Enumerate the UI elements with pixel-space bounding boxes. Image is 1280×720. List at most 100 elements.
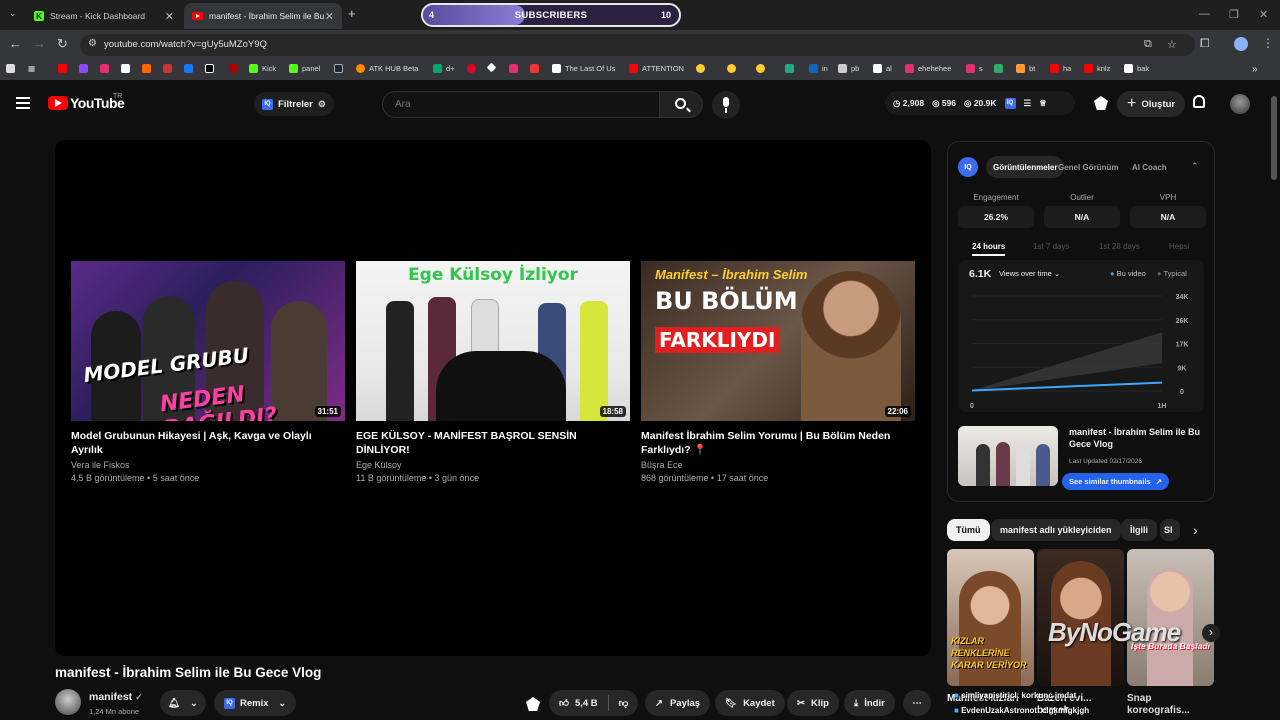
- see-similar-thumbnails-button[interactable]: See similar thumbnails ↗: [1062, 473, 1169, 490]
- iq-icon[interactable]: IQ: [1004, 97, 1016, 109]
- bookmarks-apps-icon[interactable]: [6, 64, 19, 73]
- thumbs-down-icon[interactable]: 👎︎: [619, 697, 629, 709]
- new-tab-icon[interactable]: +: [348, 6, 356, 21]
- endcard-thumbnail[interactable]: Manifest – İbrahim Selim BU BÖLÜM FARKLI…: [641, 261, 915, 421]
- bookmark-dplus[interactable]: d+: [433, 64, 455, 73]
- tab-kick-dashboard[interactable]: K Stream - Kick Dashboard ✕: [26, 3, 182, 29]
- reload-icon[interactable]: ↻: [57, 36, 68, 52]
- bookmark-ha[interactable]: ha: [1050, 64, 1071, 73]
- close-icon[interactable]: ✕: [165, 10, 174, 23]
- bookmark-panel[interactable]: panel: [289, 64, 320, 73]
- more-actions-button[interactable]: ⋯: [903, 690, 931, 716]
- range-28-days[interactable]: 1st 28 days: [1099, 242, 1140, 251]
- bookmark-bak[interactable]: bak: [1124, 64, 1149, 73]
- channel-avatar[interactable]: [55, 689, 81, 715]
- url-text[interactable]: youtube.com/watch?v=gUy5uMZoY9Q: [104, 39, 267, 50]
- bookmark-instagram-icon[interactable]: [100, 64, 113, 73]
- endcard-video-1[interactable]: MODEL GRUBU NEDEN DAĞILDI? 31:51 Model G…: [71, 261, 345, 485]
- bookmark-emoji3-icon[interactable]: [756, 64, 769, 73]
- bookmark-orange-icon[interactable]: [142, 64, 155, 73]
- list-icon[interactable]: ☰: [1024, 98, 1032, 109]
- minimize-icon[interactable]: —: [1199, 8, 1210, 20]
- download-button[interactable]: ⤓ İndir: [844, 690, 895, 716]
- back-icon[interactable]: ←: [9, 36, 22, 51]
- endcard-video-2[interactable]: Ege Külsoy İzliyor 18:58 EGE KÜLSOY - MA…: [356, 261, 630, 485]
- save-button[interactable]: 🔖︎ Kaydet: [715, 690, 785, 716]
- tab-search-icon[interactable]: ⌄: [9, 8, 17, 19]
- voice-search-icon[interactable]: [712, 91, 740, 119]
- bookmark-bt[interactable]: bt: [1016, 64, 1035, 73]
- clip-button[interactable]: ✂ Klip: [787, 690, 839, 716]
- range-all[interactable]: Hepsi: [1169, 242, 1189, 251]
- extensions-icon[interactable]: ⧠: [1200, 36, 1210, 51]
- forward-icon[interactable]: →: [33, 36, 46, 51]
- chip-more[interactable]: Sl: [1160, 519, 1180, 541]
- chip-from-uploader[interactable]: manifest adlı yükleyiciden: [991, 519, 1121, 541]
- extension-icon[interactable]: [1094, 96, 1108, 110]
- endcard-title[interactable]: Model Grubunun Hikayesi | Aşk, Kavga ve …: [71, 429, 345, 457]
- channel-name[interactable]: manifest ✓: [89, 691, 143, 703]
- bookmark-youtube-icon[interactable]: [58, 64, 71, 73]
- bookmark-emoji2-icon[interactable]: [727, 64, 740, 73]
- bookmark-facebook-icon[interactable]: [184, 64, 197, 73]
- bookmark-kick[interactable]: Kick: [249, 64, 276, 73]
- chevron-right-icon[interactable]: ›: [1193, 522, 1198, 538]
- shorts-next-icon[interactable]: ›: [1202, 624, 1220, 642]
- bookmark-green-icon[interactable]: [785, 64, 798, 73]
- maximize-icon[interactable]: ❐: [1229, 8, 1239, 21]
- notifications-bell-icon[interactable]: [1193, 95, 1205, 108]
- bookmark-s[interactable]: s: [966, 64, 983, 73]
- endcard-channel[interactable]: Büşra Ece: [641, 459, 915, 472]
- omnibox[interactable]: ⚙ youtube.com/watch?v=gUy5uMZoY9Q ⧉ ☆: [80, 34, 1195, 56]
- like-button[interactable]: 👍︎ 5,4 B 👎︎: [549, 690, 639, 716]
- video-player[interactable]: MODEL GRUBU NEDEN DAĞILDI? 31:51 Model G…: [55, 140, 931, 656]
- search-button[interactable]: [660, 91, 703, 118]
- bookmarks-grid-icon[interactable]: ▦: [28, 64, 35, 73]
- bookmark-steam-icon[interactable]: [334, 64, 347, 73]
- profile-icon[interactable]: [1234, 37, 1248, 51]
- more-menu-icon[interactable]: ⋮: [1262, 36, 1274, 50]
- bookmark-star-icon[interactable]: ☆: [1167, 38, 1177, 51]
- window-close-icon[interactable]: ✕: [1259, 8, 1268, 21]
- hamburger-menu-icon[interactable]: [16, 97, 30, 109]
- bookmark-twitch-icon[interactable]: [79, 64, 92, 73]
- page-scrollbar[interactable]: [1270, 90, 1278, 720]
- bookmark-green2-icon[interactable]: [994, 64, 1007, 73]
- bookmark-linkedin[interactable]: in: [809, 64, 828, 73]
- tab-overview[interactable]: Genel Görünüm: [1051, 156, 1125, 178]
- notifications-button[interactable]: 🔔︎ ⌄: [160, 690, 206, 716]
- similar-thumbnail[interactable]: [958, 426, 1058, 486]
- bookmark-emoji1-icon[interactable]: [696, 64, 709, 73]
- site-info-icon[interactable]: ⚙: [88, 38, 97, 49]
- bookmarks-overflow-icon[interactable]: »: [1252, 64, 1258, 75]
- bookmark-red2-icon[interactable]: [229, 64, 242, 73]
- chip-related[interactable]: İlgili: [1121, 519, 1157, 541]
- bookmark-last-of-us[interactable]: The Last Of Us: [552, 64, 615, 73]
- endcard-channel[interactable]: Vera ile Fiskos: [71, 459, 345, 472]
- trophy-icon[interactable]: ♕: [1039, 98, 1047, 109]
- chip-all[interactable]: Tümü: [947, 519, 990, 541]
- endcard-title[interactable]: Manifest İbrahim Selim Yorumu | Bu Bölüm…: [641, 429, 915, 457]
- bookmark-instagram2-icon[interactable]: [509, 64, 522, 73]
- bookmark-diamond-icon[interactable]: [486, 62, 499, 73]
- bookmark-atk-hub[interactable]: ATK HUB Beta: [356, 64, 418, 73]
- endcard-title[interactable]: EGE KÜLSOY - MANİFEST BAŞROL SENSİN DİNL…: [356, 429, 630, 457]
- cast-icon[interactable]: ⧉: [1144, 38, 1152, 51]
- endcard-thumbnail[interactable]: MODEL GRUBU NEDEN DAĞILDI? 31:51: [71, 261, 345, 421]
- search-input[interactable]: [395, 99, 645, 110]
- close-icon[interactable]: ✕: [325, 10, 334, 23]
- scroll-thumb[interactable]: [1271, 96, 1277, 180]
- create-button[interactable]: + Oluştur: [1117, 91, 1186, 117]
- extension-icon[interactable]: [526, 697, 540, 711]
- bookmark-red-icon[interactable]: [163, 64, 176, 73]
- filters-button[interactable]: IQ Filtreler ⚙: [254, 92, 334, 116]
- share-button[interactable]: ↗ Paylaş: [645, 690, 711, 716]
- bookmark-red3-icon[interactable]: [530, 64, 543, 73]
- bookmark-x-icon[interactable]: [205, 64, 218, 73]
- endcard-thumbnail[interactable]: Ege Külsoy İzliyor 18:58: [356, 261, 630, 421]
- bookmark-al[interactable]: al: [873, 64, 892, 73]
- short-caption[interactable]: Snap koreografis...: [1127, 693, 1207, 720]
- bookmark-patreon-icon[interactable]: [121, 64, 134, 73]
- collapse-icon[interactable]: ⌃: [1191, 161, 1199, 172]
- remix-button[interactable]: IQ Remix ⌄: [214, 690, 297, 716]
